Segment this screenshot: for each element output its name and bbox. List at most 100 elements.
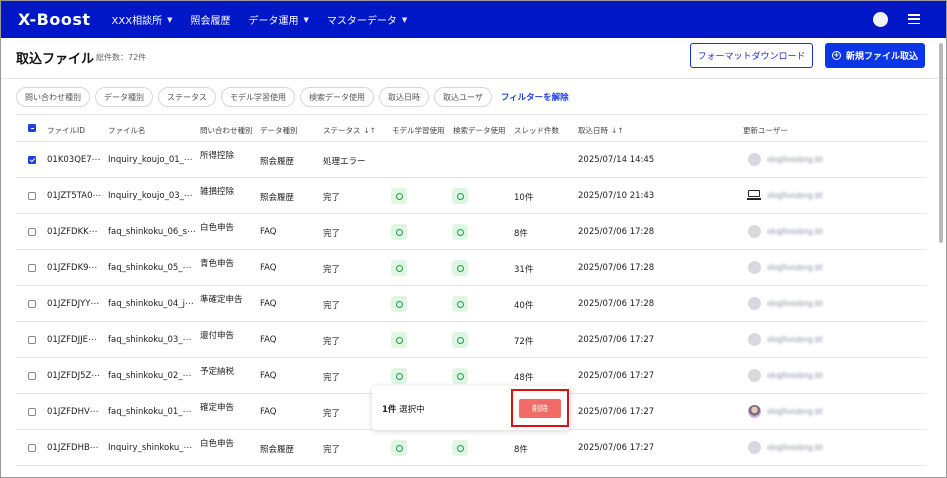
- column-file-name: ファイル名: [108, 126, 146, 135]
- data-type-cell: 照会履歴: [260, 193, 295, 203]
- data-type-cell: FAQ: [260, 335, 277, 345]
- file-name-cell[interactable]: faq_shinkoku_02_⋯: [108, 371, 191, 381]
- laptop-icon: [747, 190, 761, 200]
- filter-chip-import-date[interactable]: 取込日時: [379, 87, 429, 107]
- column-status[interactable]: ステータス ↓↑: [323, 125, 376, 136]
- file-id-cell[interactable]: 01JZFDKK⋯: [47, 227, 97, 237]
- file-id-cell[interactable]: 01JZFDHV⋯: [47, 407, 98, 417]
- nav-item-inquiry-history[interactable]: 照会履歴: [190, 12, 230, 27]
- filter-chip-import-user[interactable]: 取込ユーザ: [434, 87, 492, 107]
- file-name-cell[interactable]: faq_shinkoku_03_⋯: [108, 335, 191, 345]
- row-checkbox[interactable]: [28, 372, 36, 380]
- imported-at-cell: 2025/07/06 17:28: [578, 299, 655, 309]
- row-checkbox[interactable]: [28, 264, 36, 272]
- file-id-cell[interactable]: 01JZFDK9⋯: [47, 263, 97, 273]
- filter-chip-model-usage[interactable]: モデル学習使用: [221, 87, 295, 107]
- row-checkbox[interactable]: [28, 156, 36, 164]
- row-checkbox[interactable]: [28, 228, 36, 236]
- circle-ok-icon: [395, 300, 403, 308]
- file-name-cell[interactable]: faq_shinkoku_01_⋯: [108, 407, 191, 417]
- sort-icon[interactable]: ↓↑: [611, 126, 624, 135]
- file-id-cell[interactable]: 01K03QE7⋯: [47, 155, 100, 165]
- nav-item-master-data[interactable]: マスターデータ ▼: [326, 12, 407, 28]
- imported-at-cell: 2025/07/06 17:28: [578, 263, 655, 273]
- column-imported-at-label: 取込日時: [578, 126, 608, 135]
- app-logo[interactable]: X-Boost: [18, 10, 91, 29]
- column-updated-user: 更新ユーザー: [743, 126, 788, 135]
- file-id-cell[interactable]: 01JZFDJJE⋯: [47, 335, 96, 345]
- table-row[interactable]: 01JZFDJJE⋯ faq_shinkoku_03_⋯ 還付申告 FAQ 完了 72件 2…: [16, 322, 926, 358]
- table-row[interactable]: 01JZFDK9⋯ faq_shinkoku_05_⋯ 青色申告 FAQ 完了 31件 20…: [16, 250, 926, 286]
- row-checkbox[interactable]: [28, 192, 36, 200]
- inquiry-type-cell: 確定申告: [200, 403, 235, 413]
- file-name-cell[interactable]: faq_shinkoku_04_j⋯: [108, 299, 193, 309]
- filter-chip-data-type[interactable]: データ種別: [95, 87, 153, 107]
- selection-count-number: 1件: [382, 405, 397, 415]
- file-name-cell[interactable]: Inquiry_koujo_01_⋯: [108, 155, 192, 165]
- table-row[interactable]: 01JZFDKK⋯ faq_shinkoku_06_s⋯ 白色申告 FAQ 完了 8件 20…: [16, 214, 926, 250]
- circle-ok-icon: [395, 264, 403, 272]
- status-cell: 完了: [323, 445, 341, 455]
- updated-user-name: xkqjfoosbng.bt: [767, 371, 823, 380]
- column-file-id: ファイルID: [47, 126, 85, 135]
- new-import-button[interactable]: + 新規ファイル取込: [825, 43, 925, 68]
- delete-button[interactable]: 削除: [519, 399, 561, 418]
- filter-chip-search-usage[interactable]: 検索データ使用: [300, 87, 374, 107]
- top-nav-bar: X-Boost XXX相談所 ▼ 照会履歴 データ運用 ▼ マスターデータ ▼: [1, 1, 946, 38]
- file-name-cell[interactable]: Inquiry_koujo_03_⋯: [108, 191, 192, 201]
- file-name-cell[interactable]: Inquiry_shinkoku_⋯: [108, 443, 192, 453]
- row-checkbox[interactable]: [28, 336, 36, 344]
- circle-ok-icon: [395, 372, 403, 380]
- status-cell: 処理エラー: [323, 157, 366, 167]
- search-usage-badge: [452, 440, 468, 456]
- user-avatar: [748, 405, 761, 418]
- table-row[interactable]: 01JZFDJYY⋯ faq_shinkoku_04_j⋯ 準確定申告 FAQ 完了 40…: [16, 286, 926, 322]
- nav-item-label: マスターデータ: [326, 16, 397, 27]
- data-type-cell: FAQ: [260, 371, 277, 381]
- imported-at-cell: 2025/07/06 17:27: [578, 443, 655, 453]
- hamburger-menu-icon[interactable]: [908, 14, 920, 25]
- inquiry-type-cell: 白色申告: [200, 223, 235, 233]
- table-row[interactable]: 01JZT5TA0⋯ Inquiry_koujo_03_⋯ 雑損控除 照会履歴 完了 10…: [16, 178, 926, 214]
- inquiry-type-cell: 青色申告: [200, 259, 235, 269]
- circle-ok-icon: [395, 192, 403, 200]
- clear-filter-link[interactable]: フィルターを解除: [501, 91, 569, 103]
- circle-ok-icon: [456, 300, 464, 308]
- data-type-cell: FAQ: [260, 227, 277, 237]
- vertical-scrollbar[interactable]: [938, 39, 944, 477]
- thread-count-cell: 10件: [514, 193, 534, 203]
- thread-count-cell: 40件: [514, 301, 534, 311]
- file-name-cell[interactable]: faq_shinkoku_05_⋯: [108, 263, 191, 273]
- row-checkbox[interactable]: [28, 300, 36, 308]
- row-checkbox[interactable]: [28, 444, 36, 452]
- nav-item-consultation[interactable]: XXX相談所 ▼: [112, 12, 173, 28]
- user-avatar: [748, 225, 761, 238]
- user-avatar[interactable]: [873, 12, 888, 27]
- page-title: 取込ファイル: [16, 52, 95, 67]
- format-download-button[interactable]: フォーマットダウンロード: [690, 43, 813, 68]
- file-id-cell[interactable]: 01JZFDHB⋯: [47, 443, 98, 453]
- filter-chip-status[interactable]: ステータス: [158, 87, 216, 107]
- column-imported-at[interactable]: 取込日時 ↓↑: [578, 125, 624, 136]
- nav-item-data-operation[interactable]: データ運用 ▼: [248, 12, 308, 28]
- sort-icon[interactable]: ↓↑: [364, 126, 377, 135]
- user-avatar: [748, 153, 761, 166]
- circle-ok-icon: [456, 264, 464, 272]
- search-usage-badge: [452, 332, 468, 348]
- column-status-label: ステータス: [323, 126, 361, 135]
- scrollbar-thumb[interactable]: [939, 43, 943, 243]
- imported-at-cell: 2025/07/06 17:27: [578, 407, 655, 417]
- circle-ok-icon: [395, 336, 403, 344]
- file-id-cell[interactable]: 01JZFDJYY⋯: [47, 299, 99, 309]
- file-name-cell[interactable]: faq_shinkoku_06_s⋯: [108, 227, 196, 237]
- select-all-checkbox[interactable]: [28, 124, 36, 132]
- filter-chip-inquiry-type[interactable]: 問い合わせ種別: [16, 87, 90, 107]
- search-usage-badge: [452, 224, 468, 240]
- thread-count-cell: 8件: [514, 229, 528, 239]
- row-checkbox[interactable]: [28, 408, 36, 416]
- file-id-cell[interactable]: 01JZT5TA0⋯: [47, 191, 101, 201]
- table-row[interactable]: 01K03QE7⋯ Inquiry_koujo_01_⋯ 所得控除 照会履歴 処理エラー…: [16, 142, 926, 178]
- column-search-usage: 検索データ使用: [453, 126, 506, 135]
- file-id-cell[interactable]: 01JZFDJ5Z⋯: [47, 371, 100, 381]
- table-row[interactable]: 01JZFDHB⋯ Inquiry_shinkoku_⋯ 白色申告 照会履歴 完了 8件 2…: [16, 430, 926, 466]
